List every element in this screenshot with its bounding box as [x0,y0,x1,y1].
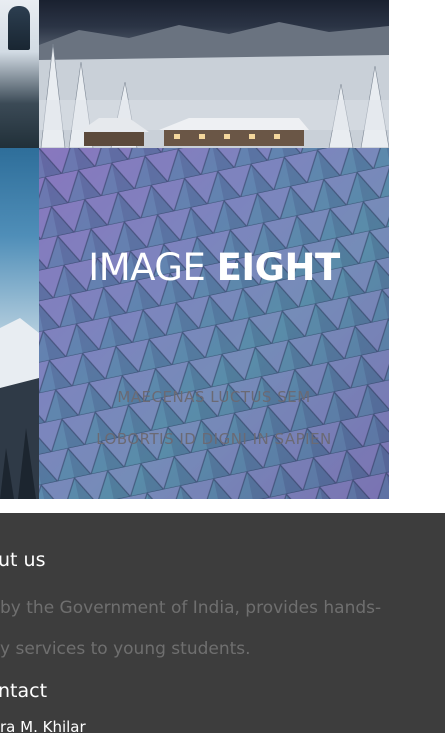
contact-name: ra M. Khilar [0,718,86,736]
tile-title-light: IMAGE [88,246,206,289]
about-text-line-1: by the Government of India, provides han… [0,598,382,618]
snow-forest-illustration [39,22,389,148]
tile-caption-line-1: MAECENAS LUCTUS SEM [117,388,311,406]
footer: ut us by the Government of India, provid… [0,513,445,736]
tile-title-bold: EIGHT [216,246,341,289]
mountain-slice-illustration [0,318,39,499]
tile-title: IMAGE EIGHT [39,246,389,289]
gallery-image-snow-forest[interactable] [39,0,389,148]
gallery-image-left-mountain[interactable] [0,148,39,499]
gallery-image-left-top[interactable] [0,0,39,148]
about-text-line-2: y services to young students. [0,639,251,659]
about-heading: ut us [0,549,46,571]
contact-heading: ntact [0,680,48,702]
figure-shape [8,6,30,50]
gallery-tile-image-eight[interactable]: IMAGE EIGHT MAECENAS LUCTUS SEM LOBORTIS… [39,148,389,499]
tile-caption-line-2: LOBORTIS ID DIGNI IN SAPIEN [96,430,332,448]
